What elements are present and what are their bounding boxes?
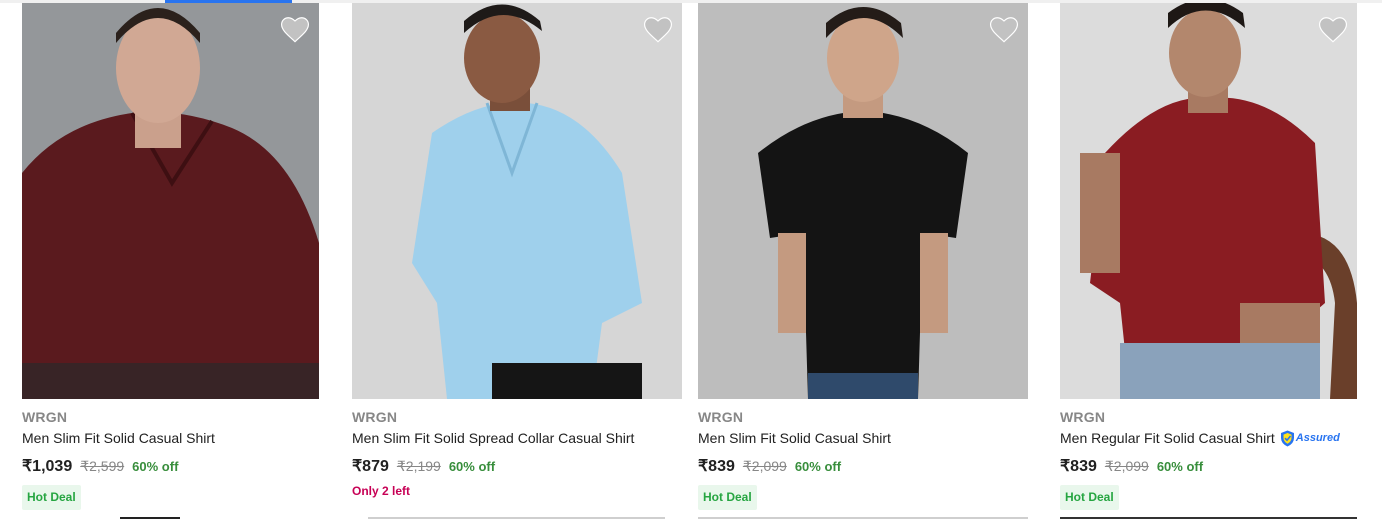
hot-deal-badge: Hot Deal bbox=[22, 485, 81, 510]
product-title-text[interactable]: Men Regular Fit Solid Casual Shirt bbox=[1060, 429, 1275, 447]
hot-deal-badge: Hot Deal bbox=[1060, 485, 1119, 510]
product-title-text[interactable]: Men Slim Fit Solid Casual Shirt bbox=[698, 429, 891, 447]
product-card[interactable]: WRGN Men Slim Fit Solid Casual Shirt ₹83… bbox=[698, 3, 1028, 510]
product-info: WRGN Men Slim Fit Solid Spread Collar Ca… bbox=[352, 408, 692, 498]
assured-label: Assured bbox=[1295, 432, 1340, 444]
product-image[interactable] bbox=[698, 3, 1028, 399]
price-row: ₹879 ₹2,199 60% off bbox=[352, 456, 692, 476]
product-mrp: ₹2,599 bbox=[80, 457, 125, 474]
product-title-text[interactable]: Men Slim Fit Solid Spread Collar Casual … bbox=[352, 429, 634, 447]
stock-note: Only 2 left bbox=[352, 484, 411, 498]
product-info: WRGN Men Slim Fit Solid Casual Shirt ₹1,… bbox=[22, 408, 362, 510]
product-card[interactable]: WRGN Men Slim Fit Solid Spread Collar Ca… bbox=[352, 3, 682, 498]
product-image[interactable] bbox=[1060, 3, 1357, 399]
product-mrp: ₹2,099 bbox=[742, 457, 787, 474]
product-image[interactable] bbox=[352, 3, 682, 399]
product-discount: 60% off bbox=[132, 458, 179, 474]
product-title[interactable]: Men Slim Fit Solid Spread Collar Casual … bbox=[352, 429, 692, 447]
wishlist-heart-icon[interactable] bbox=[1319, 17, 1347, 43]
product-brand: WRGN bbox=[1060, 409, 1106, 425]
product-info: WRGN Men Regular Fit Solid Casual Shirt … bbox=[1060, 408, 1382, 510]
product-price: ₹839 bbox=[698, 458, 735, 475]
product-mrp: ₹2,199 bbox=[396, 457, 441, 474]
product-title[interactable]: Men Slim Fit Solid Casual Shirt bbox=[22, 429, 362, 447]
price-row: ₹1,039 ₹2,599 60% off bbox=[22, 456, 362, 476]
wishlist-heart-icon[interactable] bbox=[990, 17, 1018, 43]
product-brand: WRGN bbox=[22, 409, 68, 425]
product-price: ₹1,039 bbox=[22, 458, 73, 475]
product-info: WRGN Men Slim Fit Solid Casual Shirt ₹83… bbox=[698, 408, 1038, 510]
product-price: ₹879 bbox=[352, 458, 389, 475]
product-brand: WRGN bbox=[698, 409, 744, 425]
product-card[interactable]: WRGN Men Slim Fit Solid Casual Shirt ₹1,… bbox=[22, 3, 319, 510]
product-brand: WRGN bbox=[352, 409, 398, 425]
product-title-text[interactable]: Men Slim Fit Solid Casual Shirt bbox=[22, 429, 215, 447]
price-row: ₹839 ₹2,099 60% off bbox=[698, 456, 1038, 476]
wishlist-heart-icon[interactable] bbox=[644, 17, 672, 43]
assured-badge: Assured bbox=[1280, 429, 1340, 447]
product-price: ₹839 bbox=[1060, 458, 1097, 475]
shield-icon bbox=[1280, 430, 1294, 446]
product-discount: 60% off bbox=[1156, 458, 1204, 474]
product-image[interactable] bbox=[22, 3, 319, 399]
product-mrp: ₹2,099 bbox=[1104, 457, 1149, 474]
hot-deal-badge: Hot Deal bbox=[698, 485, 757, 510]
wishlist-heart-icon[interactable] bbox=[281, 17, 309, 43]
product-title[interactable]: Men Regular Fit Solid Casual Shirt Assur… bbox=[1060, 429, 1382, 447]
product-discount: 60% off bbox=[794, 458, 842, 474]
product-discount: 60% off bbox=[448, 458, 496, 474]
product-card[interactable]: WRGN Men Regular Fit Solid Casual Shirt … bbox=[1060, 3, 1357, 510]
product-title[interactable]: Men Slim Fit Solid Casual Shirt bbox=[698, 429, 1038, 447]
price-row: ₹839 ₹2,099 60% off bbox=[1060, 456, 1382, 476]
